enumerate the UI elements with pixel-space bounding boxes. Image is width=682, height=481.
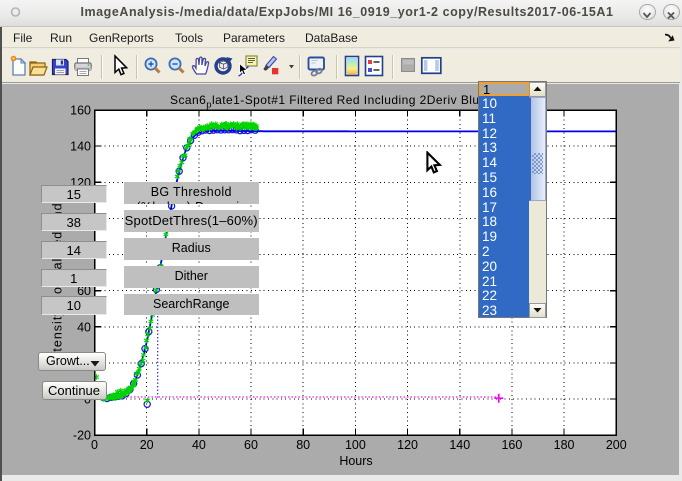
svg-text:140: 140 (70, 140, 91, 154)
svg-text:140: 140 (449, 438, 470, 452)
svg-text:200: 200 (606, 438, 627, 452)
svg-text:160: 160 (501, 438, 522, 452)
svg-text:Scan6plate1-Spot#1 Filtered Re: Scan6plate1-Spot#1 Filtered Red Includin… (170, 93, 487, 111)
svg-text:Hours: Hours (339, 454, 372, 468)
svg-text:180: 180 (554, 438, 575, 452)
svg-text:80: 80 (296, 438, 310, 452)
svg-text:120: 120 (397, 438, 418, 452)
svg-text:60: 60 (244, 438, 258, 452)
svg-text:100: 100 (345, 438, 366, 452)
svg-text:40: 40 (77, 320, 91, 334)
svg-text:-20: -20 (73, 429, 91, 443)
svg-text:160: 160 (70, 104, 91, 118)
svg-text:0: 0 (91, 438, 98, 452)
svg-text:20: 20 (140, 438, 154, 452)
svg-text:40: 40 (192, 438, 206, 452)
